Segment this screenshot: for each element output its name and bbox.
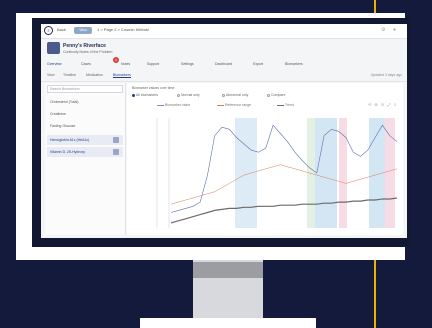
chart-toolbar-icons[interactable]: ⟲ ⊕ ⊖ ⤢ ⇩ <box>368 102 398 107</box>
remove-icon[interactable] <box>113 149 119 155</box>
radio-normal[interactable]: Normal only <box>177 93 200 97</box>
radio-label: Normal only <box>181 93 200 97</box>
patient-header: Penny's Riverface Continuity Notes of th… <box>41 39 407 59</box>
radio-abnormal[interactable]: Abnormal only <box>222 93 248 97</box>
series-line-3 <box>170 197 398 224</box>
highlight-bands <box>235 118 395 228</box>
sidebar-item-label: Hemoglobin A1c (HbA1c) <box>50 138 90 142</box>
app-screen: ≡ Back View 1 > Page 2 > Cosmin Kibbutz … <box>41 24 407 238</box>
legend-label: Reference range <box>225 103 252 107</box>
back-label[interactable]: Back <box>57 27 66 32</box>
tab-bar: Overview Cases Notes Support Settings Da… <box>41 59 407 71</box>
filter-options: All biomarkers Normal only Abnormal only… <box>132 93 392 99</box>
breadcrumb[interactable]: 1 > Page 2 > Cosmin Kibbutz <box>97 27 149 32</box>
sidebar-item[interactable]: Fasting Glucose <box>47 121 123 131</box>
tab-support[interactable]: Support <box>147 62 159 66</box>
tab-dashboard[interactable]: Dashboard <box>215 62 232 66</box>
subtab-view[interactable]: View <box>47 73 55 77</box>
legend-swatch <box>277 104 284 106</box>
legend-item: Trend <box>277 103 294 107</box>
legend-swatch <box>217 104 224 106</box>
chart-title: Biomarker values over time <box>132 86 175 90</box>
monitor-base <box>140 318 316 328</box>
legend-item: Reference range <box>217 103 251 107</box>
sidebar-item[interactable]: Cholesterol (Total) <box>47 97 123 107</box>
updated-label: Updated 3 days ago <box>370 73 402 77</box>
radio-dot-icon <box>132 93 135 97</box>
sidebar-item-selected[interactable]: Vitamin D, 25-Hydroxy <box>47 147 123 157</box>
band <box>339 118 347 228</box>
tab-notes[interactable]: Notes <box>121 62 130 66</box>
tab-settings[interactable]: Settings <box>181 62 194 66</box>
biomarker-sidebar: Search Biomarkers Cholesterol (Total) Cr… <box>45 83 126 235</box>
subtab-medication[interactable]: Medication <box>86 73 103 77</box>
patient-name: Penny's Riverface <box>63 43 106 49</box>
patient-subtitle: Continuity Notes of the Problem <box>63 50 113 54</box>
tab-overview[interactable]: Overview <box>47 62 62 66</box>
avatar <box>47 42 60 54</box>
settings-icon[interactable]: ⚙ <box>381 28 386 33</box>
menu-icon[interactable]: ≡ <box>44 26 53 35</box>
band <box>385 118 395 228</box>
legend-swatch <box>157 104 164 106</box>
chart-legend: Biomarker value Reference range Trend <box>157 103 357 109</box>
biomarker-chart[interactable] <box>147 113 401 233</box>
subtab-bar: View Timeline Medication Biomarkers Upda… <box>41 72 407 82</box>
legend-label: Biomarker value <box>165 103 191 107</box>
radio-label: Compare <box>271 93 286 97</box>
monitor-stand-shade <box>193 262 263 278</box>
radio-all[interactable]: All biomarkers <box>132 93 158 97</box>
notification-badge: 2 <box>113 57 119 63</box>
radio-dot-icon <box>267 93 270 97</box>
series-line-1 <box>170 124 398 213</box>
top-bar: ≡ Back View 1 > Page 2 > Cosmin Kibbutz … <box>41 24 407 39</box>
sidebar-item-selected[interactable]: Hemoglobin A1c (HbA1c) <box>47 135 123 145</box>
profile-icon[interactable]: ● <box>393 28 398 33</box>
tab-biomarkers[interactable]: Biomarkers <box>285 62 303 66</box>
radio-label: Abnormal only <box>226 93 249 97</box>
band <box>235 118 257 228</box>
view-button[interactable]: View <box>74 27 92 34</box>
radio-label: All biomarkers <box>136 93 159 97</box>
legend-label: Trend <box>285 103 295 107</box>
remove-icon[interactable] <box>113 137 119 143</box>
radio-compare[interactable]: Compare <box>267 93 285 97</box>
series-layer <box>170 124 398 224</box>
sidebar-item[interactable]: Creatinine <box>47 109 123 119</box>
search-input[interactable]: Search Biomarkers <box>47 85 123 93</box>
band <box>307 118 315 228</box>
radio-dot-icon <box>177 93 180 97</box>
sidebar-item-label: Vitamin D, 25-Hydroxy <box>50 150 85 154</box>
tab-export[interactable]: Export <box>253 62 263 66</box>
subtab-timeline[interactable]: Timeline <box>63 73 76 77</box>
subtab-biomarkers[interactable]: Biomarkers <box>113 73 131 78</box>
band <box>315 118 337 228</box>
legend-item: Biomarker value <box>157 103 190 107</box>
tab-cases[interactable]: Cases <box>81 62 91 66</box>
radio-dot-icon <box>222 93 225 97</box>
chart-panel: Biomarker values over time All biomarker… <box>127 83 403 235</box>
